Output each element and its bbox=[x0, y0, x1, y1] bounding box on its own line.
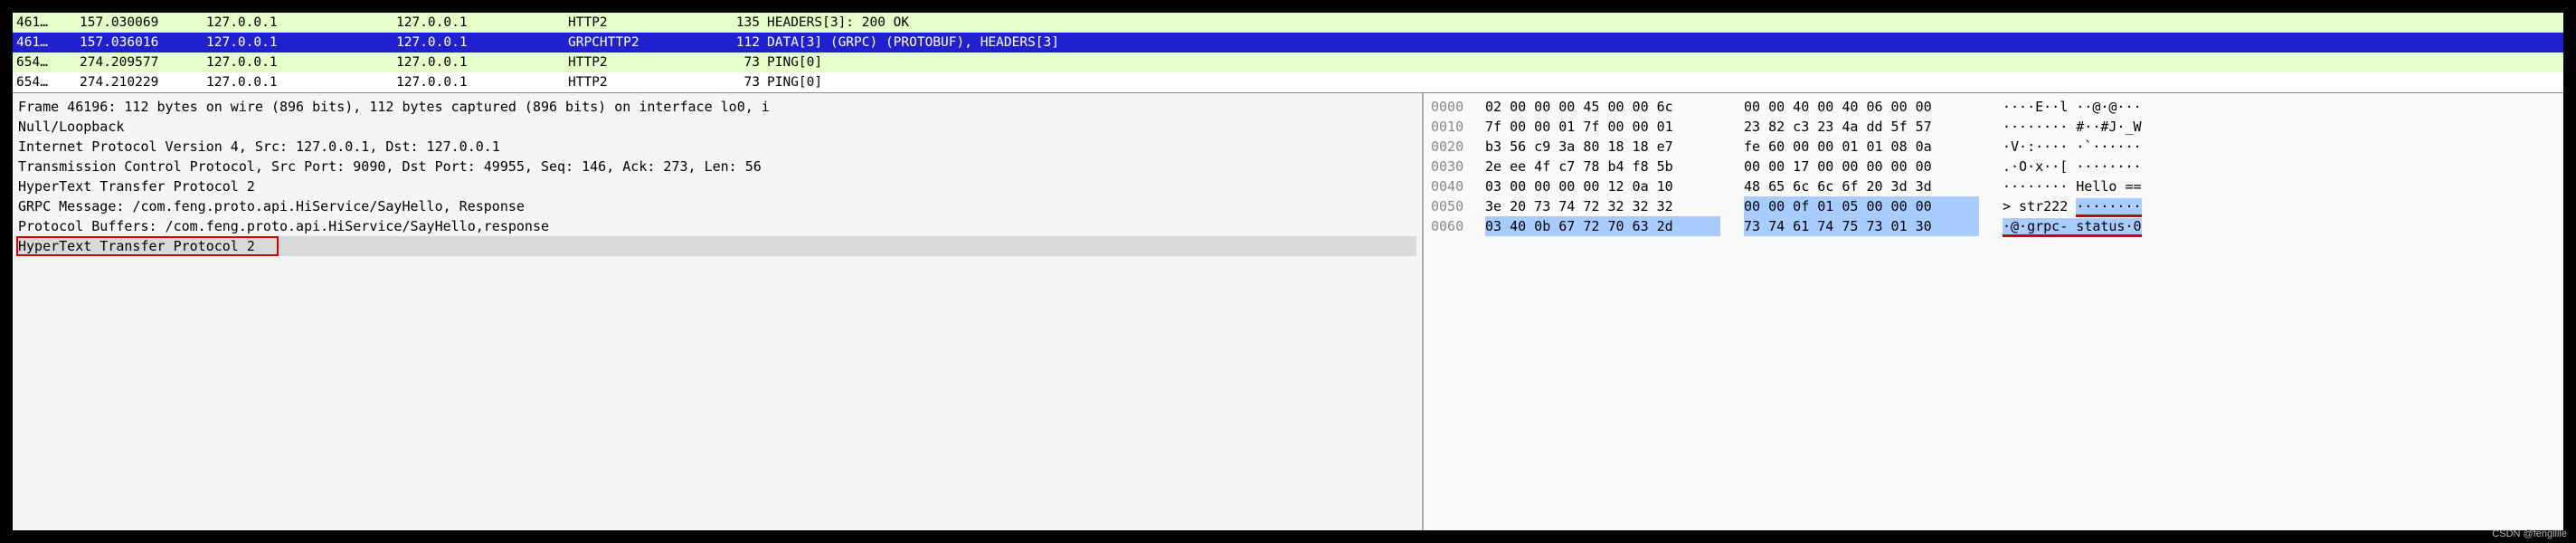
packet-src: 127.0.0.1 bbox=[206, 75, 396, 90]
hex-ascii: .·O·x··[ ········ bbox=[2003, 157, 2556, 176]
hex-bytes-right: 00 00 40 00 40 06 00 00 bbox=[1744, 97, 1979, 117]
packet-detail-pane[interactable]: Frame 46196: 112 bytes on wire (896 bits… bbox=[13, 93, 1424, 530]
packet-row[interactable]: 654…274.210229127.0.0.1127.0.0.1HTTP273P… bbox=[13, 72, 2563, 92]
hex-ascii: ········ #··#J·_W bbox=[2003, 117, 2556, 137]
detail-line[interactable]: Null/Loopback bbox=[18, 117, 1416, 137]
packet-length: 112 bbox=[713, 35, 767, 50]
packet-row[interactable]: 654…274.209577127.0.0.1127.0.0.1HTTP273P… bbox=[13, 52, 2563, 72]
hex-gap bbox=[1720, 176, 1744, 196]
hex-row[interactable]: 000002 00 00 00 45 00 00 6c 00 00 40 00 … bbox=[1431, 97, 2556, 117]
packet-no: 461… bbox=[16, 35, 80, 50]
hex-offset: 0010 bbox=[1431, 117, 1485, 137]
hex-bytes-left: 02 00 00 00 45 00 00 6c bbox=[1485, 97, 1720, 117]
hex-bytes-left: 03 40 0b 67 72 70 63 2d bbox=[1485, 216, 1720, 236]
packet-protocol: HTTP2 bbox=[568, 75, 713, 90]
packet-info: PING[0] bbox=[767, 75, 2560, 90]
hex-offset: 0060 bbox=[1431, 216, 1485, 236]
hex-gap bbox=[1979, 137, 2003, 157]
hex-row[interactable]: 004003 00 00 00 00 12 0a 10 48 65 6c 6c … bbox=[1431, 176, 2556, 196]
hex-row[interactable]: 0020b3 56 c9 3a 80 18 18 e7 fe 60 00 00 … bbox=[1431, 137, 2556, 157]
hex-bytes-right: 73 74 61 74 75 73 01 30 bbox=[1744, 216, 1979, 236]
packet-length: 135 bbox=[713, 15, 767, 30]
hex-offset: 0040 bbox=[1431, 176, 1485, 196]
hex-gap bbox=[1979, 176, 2003, 196]
packet-list[interactable]: 461…157.030069127.0.0.1127.0.0.1HTTP2135… bbox=[13, 13, 2563, 93]
packet-length: 73 bbox=[713, 75, 767, 90]
packet-time: 157.036016 bbox=[80, 35, 206, 50]
hex-gap bbox=[1979, 97, 2003, 117]
packet-protocol: HTTP2 bbox=[568, 15, 713, 30]
packet-length: 73 bbox=[713, 55, 767, 70]
packet-no: 654… bbox=[16, 75, 80, 90]
hex-ascii: ·@·grpc- status·0 bbox=[2003, 216, 2556, 236]
packet-row[interactable]: 461…157.036016127.0.0.1127.0.0.1GRPCHTTP… bbox=[13, 33, 2563, 52]
packet-info: HEADERS[3]: 200 OK bbox=[767, 15, 2560, 30]
packet-dst: 127.0.0.1 bbox=[396, 35, 568, 50]
hex-bytes-right: fe 60 00 00 01 01 08 0a bbox=[1744, 137, 1979, 157]
packet-info: PING[0] bbox=[767, 55, 2560, 70]
hex-gap bbox=[1979, 157, 2003, 176]
hex-gap bbox=[1720, 117, 1744, 137]
detail-line[interactable]: Protocol Buffers: /com.feng.proto.api.Hi… bbox=[18, 216, 1416, 236]
hex-ascii: ····E··l ··@·@··· bbox=[2003, 97, 2556, 117]
packet-time: 274.210229 bbox=[80, 75, 206, 90]
packet-time: 274.209577 bbox=[80, 55, 206, 70]
hex-bytes-right: 23 82 c3 23 4a dd 5f 57 bbox=[1744, 117, 1979, 137]
hex-bytes-right: 48 65 6c 6c 6f 20 3d 3d bbox=[1744, 176, 1979, 196]
hex-bytes-left: 7f 00 00 01 7f 00 00 01 bbox=[1485, 117, 1720, 137]
hex-row[interactable]: 006003 40 0b 67 72 70 63 2d 73 74 61 74 … bbox=[1431, 216, 2556, 236]
hex-offset: 0030 bbox=[1431, 157, 1485, 176]
packet-dst: 127.0.0.1 bbox=[396, 15, 568, 30]
packet-time: 157.030069 bbox=[80, 15, 206, 30]
hex-ascii: ·V·:···· ·`······ bbox=[2003, 137, 2556, 157]
packet-src: 127.0.0.1 bbox=[206, 15, 396, 30]
packet-dst: 127.0.0.1 bbox=[396, 55, 568, 70]
hex-dump-pane[interactable]: 000002 00 00 00 45 00 00 6c 00 00 40 00 … bbox=[1424, 93, 2563, 530]
hex-gap bbox=[1720, 97, 1744, 117]
hex-gap bbox=[1979, 117, 2003, 137]
hex-row[interactable]: 00302e ee 4f c7 78 b4 f8 5b 00 00 17 00 … bbox=[1431, 157, 2556, 176]
bottom-split: Frame 46196: 112 bytes on wire (896 bits… bbox=[13, 93, 2563, 530]
hex-gap bbox=[1720, 137, 1744, 157]
hex-bytes-right: 00 00 0f 01 05 00 00 00 bbox=[1744, 196, 1979, 216]
hex-bytes-left: 3e 20 73 74 72 32 32 32 bbox=[1485, 196, 1720, 216]
hex-gap bbox=[1720, 196, 1744, 216]
packet-no: 461… bbox=[16, 15, 80, 30]
hex-ascii: > str222 ········ bbox=[2003, 196, 2556, 216]
packet-info: DATA[3] (GRPC) (PROTOBUF), HEADERS[3] bbox=[767, 35, 2560, 50]
hex-offset: 0050 bbox=[1431, 196, 1485, 216]
hex-ascii: ········ Hello == bbox=[2003, 176, 2556, 196]
hex-bytes-left: 2e ee 4f c7 78 b4 f8 5b bbox=[1485, 157, 1720, 176]
detail-line[interactable]: GRPC Message: /com.feng.proto.api.HiServ… bbox=[18, 196, 1416, 216]
packet-no: 654… bbox=[16, 55, 80, 70]
packet-protocol: GRPCHTTP2 bbox=[568, 35, 713, 50]
packet-src: 127.0.0.1 bbox=[206, 35, 396, 50]
wireshark-panel: 461…157.030069127.0.0.1127.0.0.1HTTP2135… bbox=[11, 11, 2565, 532]
watermark: CSDN @fenglllle bbox=[2492, 529, 2567, 539]
hex-gap bbox=[1720, 157, 1744, 176]
hex-bytes-right: 00 00 17 00 00 00 00 00 bbox=[1744, 157, 1979, 176]
packet-row[interactable]: 461…157.030069127.0.0.1127.0.0.1HTTP2135… bbox=[13, 13, 2563, 33]
packet-src: 127.0.0.1 bbox=[206, 55, 396, 70]
hex-offset: 0020 bbox=[1431, 137, 1485, 157]
hex-row[interactable]: 00503e 20 73 74 72 32 32 32 00 00 0f 01 … bbox=[1431, 196, 2556, 216]
hex-bytes-left: 03 00 00 00 00 12 0a 10 bbox=[1485, 176, 1720, 196]
detail-line[interactable]: Transmission Control Protocol, Src Port:… bbox=[18, 157, 1416, 176]
packet-protocol: HTTP2 bbox=[568, 55, 713, 70]
detail-line[interactable]: Frame 46196: 112 bytes on wire (896 bits… bbox=[18, 97, 1416, 117]
hex-gap bbox=[1720, 216, 1744, 236]
hex-gap bbox=[1979, 216, 2003, 236]
packet-dst: 127.0.0.1 bbox=[396, 75, 568, 90]
hex-row[interactable]: 00107f 00 00 01 7f 00 00 01 23 82 c3 23 … bbox=[1431, 117, 2556, 137]
hex-bytes-left: b3 56 c9 3a 80 18 18 e7 bbox=[1485, 137, 1720, 157]
detail-line[interactable]: HyperText Transfer Protocol 2 bbox=[18, 236, 1416, 256]
hex-offset: 0000 bbox=[1431, 97, 1485, 117]
detail-line[interactable]: HyperText Transfer Protocol 2 bbox=[18, 176, 1416, 196]
hex-gap bbox=[1979, 196, 2003, 216]
detail-line[interactable]: Internet Protocol Version 4, Src: 127.0.… bbox=[18, 137, 1416, 157]
